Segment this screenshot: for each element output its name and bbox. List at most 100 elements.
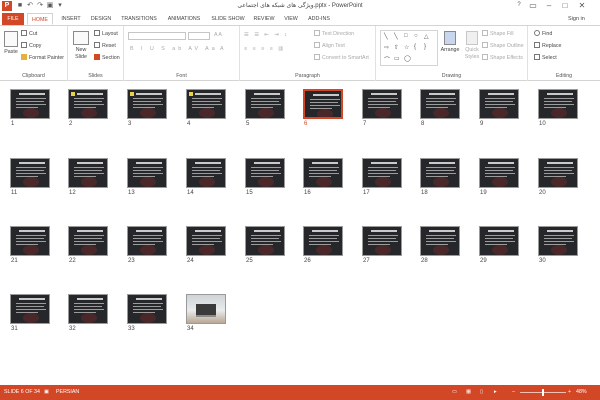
tab-add-ins[interactable]: ADD-INS — [305, 13, 333, 25]
tab-transitions[interactable]: TRANSITIONS — [118, 13, 160, 25]
slide-thumbnail[interactable]: 33 — [127, 294, 167, 332]
align-buttons[interactable]: ≡ ≡ ≡ ≡ ▥ — [244, 46, 285, 53]
slide-thumbnail[interactable]: 27 — [362, 226, 402, 264]
rectangle-shape-icon[interactable]: □ — [404, 33, 408, 39]
tab-insert[interactable]: INSERT — [57, 13, 85, 25]
slide-thumbnail[interactable]: 12 — [68, 158, 108, 196]
tab-slide-show[interactable]: SLIDE SHOW — [208, 13, 248, 25]
slide-thumbnail[interactable]: 19 — [479, 158, 519, 196]
slide-show-view-icon[interactable]: ▸ — [494, 385, 497, 400]
slide-thumbnail[interactable]: 30 — [538, 226, 578, 264]
zoom-in-icon[interactable]: + — [568, 385, 571, 400]
reset-button[interactable]: Reset — [94, 42, 116, 50]
quick-styles-button[interactable]: Quick Styles — [462, 31, 482, 61]
font-color-icon[interactable]: A — [220, 46, 224, 53]
zoom-out-icon[interactable]: – — [512, 385, 515, 400]
line-shape-icon[interactable]: ╲ — [384, 33, 388, 40]
grow-font-icon[interactable]: A A — [214, 32, 222, 39]
save-icon[interactable]: ■ — [16, 1, 24, 10]
font-style-buttons[interactable]: B I U S ab AV Aa — [130, 46, 218, 53]
slide-thumbnail[interactable]: 16 — [303, 158, 343, 196]
normal-view-icon[interactable]: ▭ — [452, 385, 457, 400]
slide-thumbnail[interactable]: 22 — [68, 226, 108, 264]
tab-design[interactable]: DESIGN — [87, 13, 115, 25]
arrow-shape-icon[interactable]: ⇧ — [394, 44, 399, 51]
brace-shape-icon[interactable]: { — [414, 44, 416, 50]
rectangle-shape-icon[interactable]: ▭ — [394, 55, 400, 62]
slide-thumbnail[interactable]: 13 — [127, 158, 167, 196]
shape-effects-button[interactable]: Shape Effects — [482, 54, 523, 62]
slide-thumbnail[interactable]: 31 — [10, 294, 50, 332]
shape-outline-button[interactable]: Shape Outline — [482, 42, 524, 50]
slide-thumbnail[interactable]: 32 — [68, 294, 108, 332]
slide-thumbnail[interactable]: 8 — [420, 89, 460, 127]
slide-thumbnail[interactable]: 17 — [362, 158, 402, 196]
slide-thumbnail[interactable]: 29 — [479, 226, 519, 264]
slide-thumbnail[interactable]: 7 — [362, 89, 402, 127]
tab-animations[interactable]: ANIMATIONS — [163, 13, 205, 25]
minimize-icon[interactable]: – — [542, 0, 556, 11]
line-shape-icon[interactable]: ╲ — [394, 33, 398, 40]
slide-thumbnail[interactable]: 20 — [538, 158, 578, 196]
slide-thumbnail[interactable]: 18 — [420, 158, 460, 196]
slide-thumbnail[interactable]: 1 — [10, 89, 50, 127]
ribbon-display-icon[interactable]: ▭ — [526, 0, 540, 11]
new-slide-button[interactable]: New Slide — [72, 31, 90, 61]
star-shape-icon[interactable]: ☆ — [404, 44, 409, 51]
text-direction-button[interactable]: Text Direction — [314, 30, 354, 38]
customize-toolbar-icon[interactable]: ▾ — [56, 1, 64, 10]
tab-file[interactable]: FILE — [2, 13, 24, 25]
layout-button[interactable]: Layout — [94, 30, 118, 38]
reading-view-icon[interactable]: ▯ — [480, 385, 483, 400]
slide-thumbnail[interactable]: 26 — [303, 226, 343, 264]
slide-thumbnail[interactable]: 3 — [127, 89, 167, 127]
slide-thumbnail[interactable]: 23 — [127, 226, 167, 264]
paste-button[interactable]: Paste — [3, 31, 19, 56]
select-button[interactable]: Select — [534, 54, 557, 62]
slide-thumbnail[interactable]: 10 — [538, 89, 578, 127]
convert-smartart-button[interactable]: Convert to SmartArt — [314, 54, 369, 62]
arrow-shape-icon[interactable]: ⇨ — [384, 44, 389, 51]
shape-fill-button[interactable]: Shape Fill — [482, 30, 514, 38]
zoom-level[interactable]: 48% — [576, 385, 587, 400]
tab-home[interactable]: HOME — [27, 13, 53, 25]
language-indicator[interactable]: PERSIAN — [56, 385, 79, 400]
slide-thumbnail[interactable]: 6 — [303, 89, 343, 127]
section-button[interactable]: Section — [94, 54, 120, 62]
list-buttons[interactable]: ☰ ☰ ⇤ ⇥ ↕ — [244, 32, 289, 39]
cut-button[interactable]: Cut — [21, 30, 37, 38]
slide-thumbnail[interactable]: 28 — [420, 226, 460, 264]
format-painter-button[interactable]: Format Painter — [21, 54, 64, 62]
oval-shape-icon[interactable]: ◯ — [404, 55, 411, 62]
close-icon[interactable]: ✕ — [575, 0, 589, 11]
find-button[interactable]: Find — [534, 30, 552, 38]
font-name-box[interactable] — [128, 32, 186, 40]
slide-thumbnail[interactable]: 15 — [245, 158, 285, 196]
start-from-beginning-icon[interactable]: ▣ — [46, 1, 54, 10]
tab-view[interactable]: VIEW — [280, 13, 302, 25]
slide-thumbnail[interactable]: 2 — [68, 89, 108, 127]
align-text-button[interactable]: Align Text — [314, 42, 345, 50]
oval-shape-icon[interactable]: ○ — [414, 33, 418, 39]
slide-thumbnail[interactable]: 9 — [479, 89, 519, 127]
brace-shape-icon[interactable]: } — [424, 44, 426, 50]
spellcheck-icon[interactable]: ▣ — [44, 385, 49, 400]
slide-thumbnail[interactable]: 34 — [186, 294, 226, 332]
slide-thumbnail[interactable]: 25 — [245, 226, 285, 264]
slide-sorter-view-icon[interactable]: ▦ — [466, 385, 471, 400]
undo-icon[interactable]: ↶ — [26, 1, 34, 10]
slide-thumbnail[interactable]: 14 — [186, 158, 226, 196]
slide-thumbnail[interactable]: 5 — [245, 89, 285, 127]
slide-thumbnail[interactable]: 21 — [10, 226, 50, 264]
zoom-slider-handle[interactable] — [542, 389, 545, 396]
help-icon[interactable]: ? — [512, 0, 526, 11]
slide-thumbnail[interactable]: 11 — [10, 158, 50, 196]
font-size-box[interactable] — [188, 32, 210, 40]
slide-thumbnail[interactable]: 4 — [186, 89, 226, 127]
shapes-gallery[interactable]: ╲ ╲ □ ○ △ ⇨ ⇧ ☆ { } ⌒ ▭ ◯ — [380, 30, 438, 66]
sign-in-link[interactable]: Sign in — [568, 16, 585, 22]
arrange-button[interactable]: Arrange — [440, 31, 460, 54]
maximize-icon[interactable]: □ — [558, 0, 572, 11]
slide-thumbnail[interactable]: 24 — [186, 226, 226, 264]
line-shape-icon[interactable]: ⌒ — [384, 55, 390, 64]
